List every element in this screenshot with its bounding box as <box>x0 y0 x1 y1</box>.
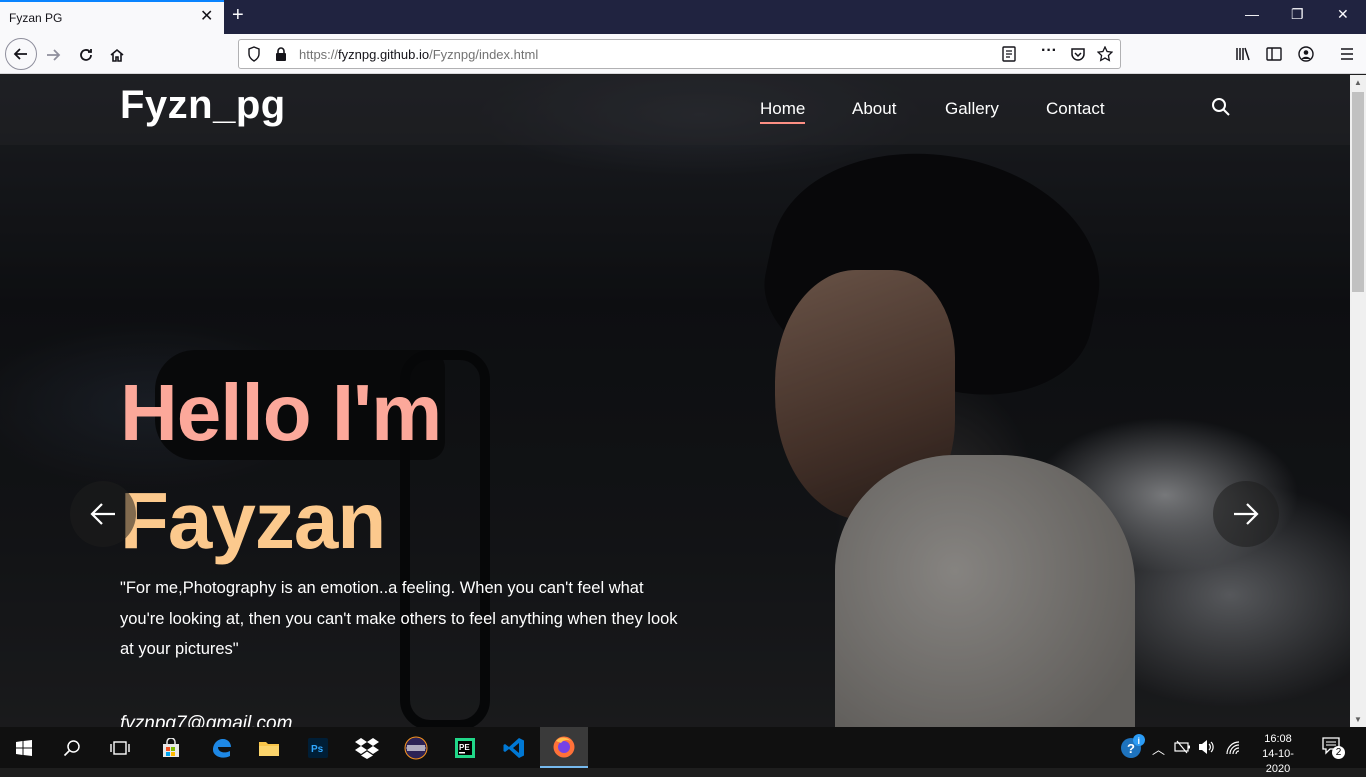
pycharm-icon[interactable]: PE <box>450 733 480 763</box>
forward-arrow-icon <box>47 49 61 61</box>
nav-contact[interactable]: Contact <box>1046 99 1105 119</box>
action-center-button[interactable]: 2 <box>1322 737 1346 759</box>
tab-title: Fyzan PG <box>9 11 63 25</box>
hero-section: Fyzn_pg Home About Gallery Contact Hello… <box>0 75 1350 727</box>
browser-tab-bar: Fyzan PG ✕ + — ❐ ✕ <box>0 0 1366 34</box>
svg-text:PE: PE <box>459 743 470 752</box>
search-icon[interactable] <box>1211 97 1231 117</box>
carousel-next-button[interactable] <box>1213 481 1279 547</box>
hero-email[interactable]: fyznpg7@gmail.com <box>120 713 292 727</box>
dropbox-icon[interactable] <box>352 733 382 763</box>
browser-toolbar: https://fyznpg.github.io/Fyznpg/index.ht… <box>0 34 1366 74</box>
nav-about[interactable]: About <box>852 99 896 119</box>
hero-greeting: Hello I'm <box>120 368 442 457</box>
windows-taskbar: Ps PE ? i ︿ 16:08 14-10-2020 2 <box>0 727 1366 775</box>
windows-start-icon[interactable] <box>9 733 39 763</box>
home-icon <box>110 48 124 62</box>
scroll-down-icon[interactable]: ▼ <box>1354 715 1362 724</box>
hero-name: Fayzan <box>120 476 386 565</box>
new-tab-icon[interactable]: + <box>232 5 244 25</box>
arrow-right-icon <box>1234 503 1259 525</box>
url-text[interactable]: https://fyznpg.github.io/Fyznpg/index.ht… <box>299 47 538 62</box>
home-button[interactable] <box>103 41 131 69</box>
svg-text:i: i <box>1138 736 1141 746</box>
show-hidden-icons-icon[interactable]: ︿ <box>1152 739 1165 758</box>
close-window-icon[interactable]: ✕ <box>1337 6 1349 22</box>
task-view-icon[interactable] <box>105 733 135 763</box>
scroll-up-icon[interactable]: ▲ <box>1354 78 1362 87</box>
clock-date: 14-10-2020 <box>1262 748 1294 775</box>
tab-close-icon[interactable]: ✕ <box>200 9 213 25</box>
bookmark-star-icon[interactable] <box>1097 46 1113 62</box>
account-icon[interactable] <box>1298 46 1314 62</box>
nav-gallery[interactable]: Gallery <box>945 99 999 119</box>
lock-icon[interactable] <box>275 46 287 62</box>
hero-quote: "For me,Photography is an emotion..a fee… <box>120 579 678 658</box>
system-clock[interactable]: 16:08 14-10-2020 <box>1252 732 1304 777</box>
search-taskbar-icon[interactable] <box>57 733 87 763</box>
reload-icon <box>80 49 92 61</box>
store-icon[interactable] <box>156 733 186 763</box>
site-logo[interactable]: Fyzn_pg <box>120 83 286 128</box>
photoshop-icon[interactable]: Ps <box>303 733 333 763</box>
shield-icon[interactable] <box>247 46 261 62</box>
browser-tab[interactable]: Fyzan PG ✕ <box>0 0 224 34</box>
forward-button[interactable] <box>39 41 67 69</box>
more-actions-icon[interactable]: ··· <box>1041 43 1057 59</box>
restore-icon[interactable]: ❐ <box>1291 6 1304 22</box>
help-info-icon[interactable]: ? i <box>1118 733 1146 761</box>
back-button[interactable] <box>5 38 37 70</box>
library-icon[interactable] <box>1235 46 1251 62</box>
clock-time: 16:08 <box>1264 733 1292 745</box>
hamburger-menu-icon[interactable] <box>1339 46 1355 62</box>
firefox-taskbar-icon[interactable] <box>540 727 588 768</box>
pocket-icon[interactable] <box>1070 46 1086 62</box>
sidebar-icon[interactable] <box>1266 46 1282 62</box>
eclipse-icon[interactable] <box>401 733 431 763</box>
notification-badge: 2 <box>1332 746 1345 759</box>
wifi-icon[interactable] <box>1224 739 1242 755</box>
nav-home[interactable]: Home <box>760 99 806 124</box>
vscode-icon[interactable] <box>499 733 529 763</box>
arrow-left-icon <box>90 503 115 525</box>
reload-button[interactable] <box>72 41 100 69</box>
battery-icon[interactable] <box>1174 740 1192 754</box>
back-arrow-icon <box>13 48 27 60</box>
svg-text:?: ? <box>1127 741 1135 756</box>
url-bar[interactable]: https://fyznpg.github.io/Fyznpg/index.ht… <box>238 39 1121 69</box>
scroll-thumb[interactable] <box>1352 92 1364 292</box>
minimize-icon[interactable]: — <box>1245 6 1259 22</box>
edge-icon[interactable] <box>206 733 236 763</box>
volume-icon[interactable] <box>1198 739 1216 755</box>
carousel-prev-button[interactable] <box>70 481 136 547</box>
page-scrollbar[interactable]: ▲ ▼ <box>1350 75 1366 727</box>
file-explorer-icon[interactable] <box>254 733 284 763</box>
svg-text:Ps: Ps <box>311 744 324 755</box>
reader-view-icon[interactable] <box>1002 46 1016 62</box>
